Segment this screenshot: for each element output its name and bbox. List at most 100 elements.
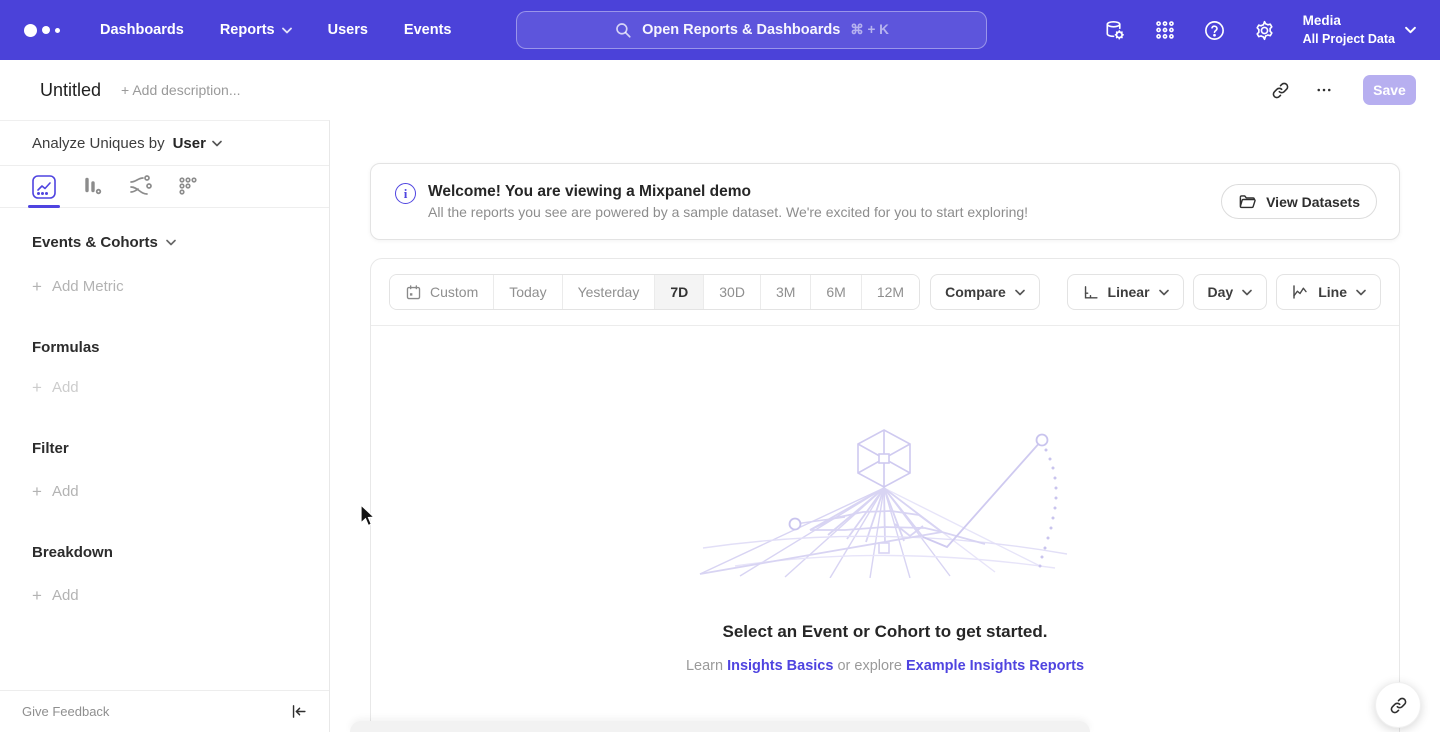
empty-state: Select an Event or Cohort to get started… [371, 326, 1399, 674]
empty-state-title: Select an Event or Cohort to get started… [723, 622, 1048, 642]
calendar-icon [405, 284, 422, 301]
nav-item-events[interactable]: Events [404, 22, 452, 38]
chart-controls: Custom Today Yesterday 7D 30D 3M 6M 12M … [371, 259, 1399, 325]
sidebar-body: Events & Cohorts + Add Metric Formulas +… [0, 208, 329, 604]
range-3m[interactable]: 3M [761, 275, 811, 309]
settings-gear-icon[interactable] [1253, 18, 1277, 42]
range-7d-selected[interactable]: 7D [655, 275, 704, 309]
chevron-down-icon [1242, 289, 1252, 296]
report-title[interactable]: Untitled [40, 80, 101, 101]
empty-state-illustration [695, 426, 1075, 578]
chart-display-controls: Linear Day Line [1067, 274, 1381, 310]
report-description-placeholder[interactable]: + Add description... [121, 82, 240, 98]
range-label: Today [509, 284, 546, 300]
copy-link-icon[interactable] [1263, 73, 1297, 107]
chevron-down-icon [1356, 289, 1366, 296]
search-placeholder: Open Reports & Dashboards [642, 22, 840, 38]
nav-item-dashboards[interactable]: Dashboards [100, 22, 184, 38]
tab-flows[interactable] [126, 173, 154, 201]
project-switcher[interactable]: Media All Project Data [1303, 12, 1416, 47]
nav-item-users[interactable]: Users [328, 22, 368, 38]
filter-label: Filter [32, 440, 69, 457]
scale-dropdown[interactable]: Linear [1067, 274, 1184, 310]
scale-label: Linear [1108, 284, 1150, 300]
chevron-down-icon [212, 140, 222, 147]
interval-dropdown[interactable]: Day [1193, 274, 1268, 310]
date-range-segmented-control: Custom Today Yesterday 7D 30D 3M 6M 12M [389, 274, 920, 310]
data-management-icon[interactable] [1103, 18, 1127, 42]
active-tab-indicator [28, 205, 60, 208]
nav-item-reports[interactable]: Reports [220, 22, 292, 38]
link-icon [1389, 696, 1408, 715]
insights-basics-link[interactable]: Insights Basics [727, 658, 833, 674]
chevron-down-icon [1405, 26, 1416, 34]
interval-label: Day [1208, 284, 1234, 300]
formulas-label: Formulas [32, 339, 100, 356]
links-middle-text: or explore [833, 658, 906, 674]
plus-icon: + [32, 483, 42, 500]
apps-grid-icon[interactable] [1153, 18, 1177, 42]
range-custom[interactable]: Custom [390, 275, 494, 309]
project-scope: All Project Data [1303, 31, 1395, 48]
chevron-down-icon [1015, 289, 1025, 296]
folder-icon [1238, 192, 1257, 211]
collapse-sidebar-icon[interactable] [290, 703, 307, 720]
banner-text: Welcome! You are viewing a Mixpanel demo… [428, 183, 1028, 220]
range-6m[interactable]: 6M [811, 275, 861, 309]
events-cohorts-heading[interactable]: Events & Cohorts [32, 234, 297, 251]
tab-retention[interactable] [174, 173, 202, 201]
compare-label: Compare [945, 284, 1006, 300]
help-icon[interactable] [1203, 18, 1227, 42]
chart-type-label: Line [1318, 284, 1347, 300]
range-yesterday[interactable]: Yesterday [563, 275, 656, 309]
range-label: 30D [719, 284, 745, 300]
chart-type-dropdown[interactable]: Line [1276, 274, 1381, 310]
range-today[interactable]: Today [494, 275, 562, 309]
add-metric-button[interactable]: + Add Metric [32, 278, 297, 295]
more-options-icon[interactable] [1307, 73, 1341, 107]
chevron-down-icon [282, 27, 292, 34]
range-label: Yesterday [578, 284, 640, 300]
main-content: i Welcome! You are viewing a Mixpanel de… [330, 120, 1440, 732]
welcome-banner: i Welcome! You are viewing a Mixpanel de… [370, 163, 1400, 240]
save-button[interactable]: Save [1363, 75, 1416, 105]
learn-prefix: Learn [686, 658, 727, 674]
analyze-value: User [173, 135, 206, 152]
banner-title: Welcome! You are viewing a Mixpanel demo [428, 183, 1028, 201]
compare-dropdown[interactable]: Compare [930, 274, 1040, 310]
give-feedback-link[interactable]: Give Feedback [22, 704, 109, 719]
range-12m[interactable]: 12M [862, 275, 919, 309]
tab-insights-linechart[interactable] [30, 173, 58, 201]
range-label: 7D [670, 284, 688, 300]
example-insights-reports-link[interactable]: Example Insights Reports [906, 658, 1084, 674]
insights-chart-card: Custom Today Yesterday 7D 30D 3M 6M 12M … [370, 258, 1400, 732]
range-label: 3M [776, 284, 795, 300]
events-cohorts-label: Events & Cohorts [32, 234, 158, 251]
info-icon: i [395, 183, 416, 204]
banner-subtitle: All the reports you see are powered by a… [428, 204, 1028, 220]
primary-nav: Dashboards Reports Users Events [100, 22, 451, 38]
report-type-tabs [0, 166, 329, 208]
plus-icon: + [32, 379, 42, 396]
add-breakdown-button[interactable]: + Add [32, 587, 297, 604]
add-formula-button[interactable]: + Add [32, 379, 297, 396]
add-filter-label: Add [52, 483, 79, 500]
metrics-table-peek[interactable] [350, 721, 1090, 732]
project-name: Media [1303, 12, 1395, 30]
global-search[interactable]: Open Reports & Dashboards ⌘ + K [516, 11, 987, 49]
range-30d[interactable]: 30D [704, 275, 761, 309]
analyze-value-dropdown[interactable]: User [173, 135, 222, 152]
add-formula-label: Add [52, 379, 79, 396]
project-labels: Media All Project Data [1303, 12, 1395, 47]
nav-item-label: Dashboards [100, 22, 184, 38]
add-filter-button[interactable]: + Add [32, 483, 297, 500]
analyze-row: Analyze Uniques by User [0, 121, 329, 166]
breakdown-heading: Breakdown [32, 544, 297, 561]
mixpanel-logo[interactable] [24, 24, 60, 37]
share-link-fab[interactable] [1375, 682, 1421, 728]
breakdown-label: Breakdown [32, 544, 113, 561]
top-nav-bar: Dashboards Reports Users Events Open Rep… [0, 0, 1440, 60]
nav-item-label: Reports [220, 22, 275, 38]
view-datasets-button[interactable]: View Datasets [1221, 184, 1377, 219]
tab-bar-chart[interactable] [78, 173, 106, 201]
